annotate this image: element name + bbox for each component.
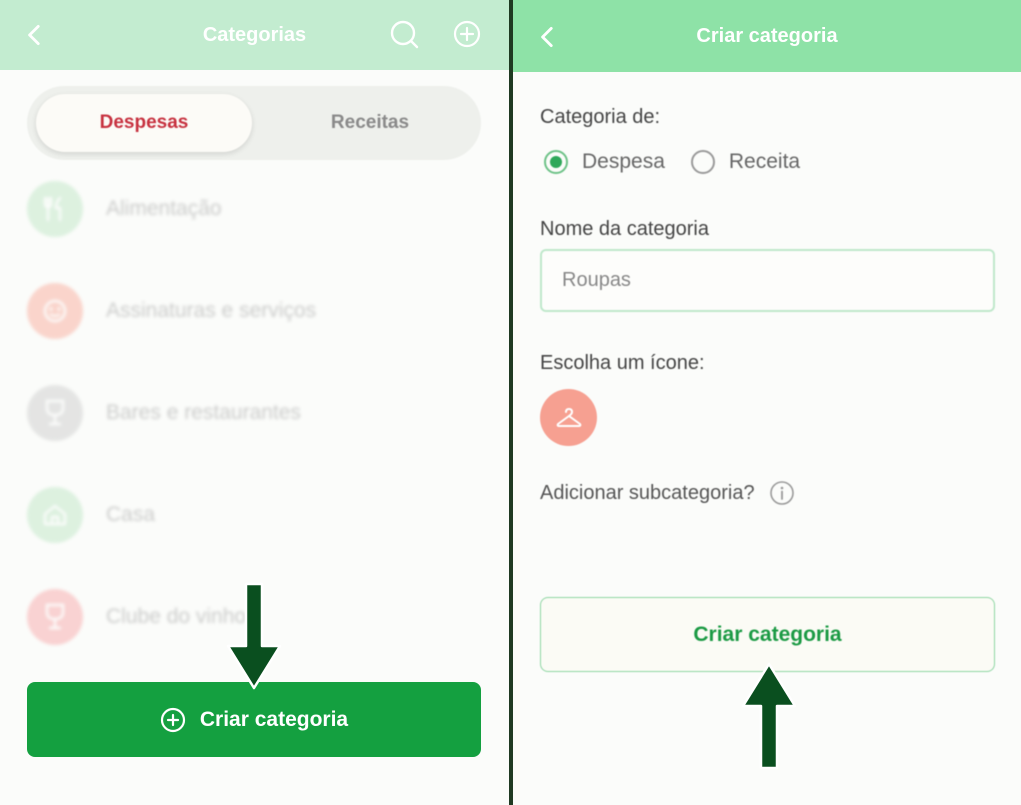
create-category-screen: Criar categoria Categoria de: Despesa Re… <box>513 0 1021 805</box>
page-title: Categorias <box>202 23 307 46</box>
category-label: Assinaturas e serviços <box>106 299 317 322</box>
info-icon[interactable] <box>769 480 795 506</box>
subcategory-row: Adicionar subcategoria? <box>540 480 795 506</box>
hanger-icon <box>556 407 581 427</box>
wine-glass-icon <box>27 589 83 645</box>
name-field-label: Nome da categoria <box>540 218 709 240</box>
list-item-casa[interactable]: Casa <box>27 486 487 544</box>
tab-receitas[interactable]: Receitas <box>267 94 473 152</box>
house-icon <box>27 487 83 543</box>
fork-knife-icon <box>27 181 83 237</box>
categories-header: Categorias <box>0 0 509 70</box>
up-arrow-annotation-icon <box>741 662 797 770</box>
category-type-label: Categoria de: <box>540 106 661 128</box>
add-circle-icon <box>160 707 185 732</box>
expense-income-toggle: Despesas Receitas <box>27 86 481 160</box>
add-circle-icon[interactable] <box>451 18 483 50</box>
back-arrow-icon[interactable] <box>535 24 561 50</box>
tab-despesas[interactable]: Despesas <box>36 94 252 152</box>
radio-receita-label: Receita <box>728 150 801 173</box>
create-category-button[interactable]: Criar categoria <box>27 682 481 757</box>
icon-picker-button[interactable] <box>540 389 597 446</box>
create-category-label: Criar categoria <box>199 707 349 731</box>
list-item-bares[interactable]: Bares e restaurantes <box>27 384 487 442</box>
radio-despesa-label: Despesa <box>582 150 665 173</box>
icon-choice-label: Escolha um ícone: <box>540 352 705 374</box>
category-type-radio-group: Despesa Receita <box>544 150 826 174</box>
list-item-assinaturas[interactable]: Assinaturas e serviços <box>27 282 487 340</box>
radio-despesa[interactable] <box>544 150 568 174</box>
back-arrow-icon[interactable] <box>22 22 48 48</box>
down-arrow-annotation-icon <box>226 582 282 690</box>
create-category-header: Criar categoria <box>513 0 1021 72</box>
radio-receita[interactable] <box>690 150 715 174</box>
category-name-input[interactable] <box>540 249 995 312</box>
page-title: Criar categoria <box>696 24 838 47</box>
category-label: Bares e restaurantes <box>106 401 301 424</box>
face-icon <box>27 283 83 339</box>
list-item-alimentacao[interactable]: Alimentação <box>27 180 487 238</box>
wine-glass-icon <box>27 385 83 441</box>
categories-screen: Categorias Despesas Receitas Alimentação <box>0 0 509 805</box>
subcategory-label: Adicionar subcategoria? <box>540 481 755 504</box>
category-label: Alimentação <box>106 197 222 220</box>
search-icon[interactable] <box>388 18 420 50</box>
category-label: Casa <box>106 503 156 526</box>
